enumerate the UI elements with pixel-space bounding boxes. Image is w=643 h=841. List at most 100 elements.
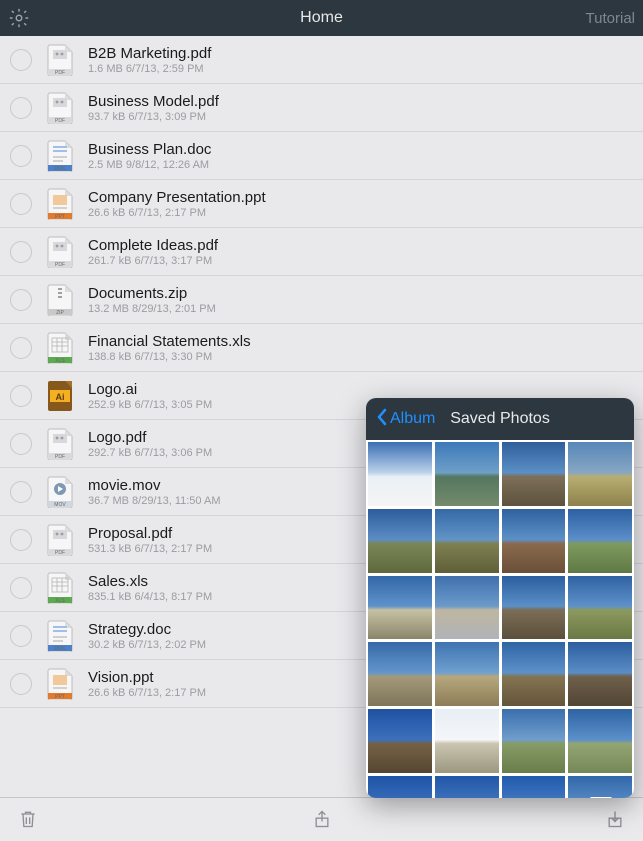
photo-thumb[interactable] (435, 709, 499, 773)
bottom-toolbar (0, 797, 643, 841)
photo-thumb[interactable] (368, 776, 432, 798)
share-icon[interactable] (312, 809, 332, 831)
file-info: B2B Marketing.pdf 1.6 MB 6/7/13, 2:59 PM (88, 45, 211, 75)
chevron-left-icon (376, 408, 388, 431)
file-type-icon: PPT (46, 187, 74, 221)
file-row[interactable]: PDF B2B Marketing.pdf 1.6 MB 6/7/13, 2:5… (0, 36, 643, 84)
select-radio[interactable] (10, 577, 32, 599)
select-radio[interactable] (10, 49, 32, 71)
file-meta: 2.5 MB 9/8/12, 12:26 AM (88, 159, 211, 171)
photo-thumb[interactable] (502, 442, 566, 506)
photo-thumb[interactable] (368, 442, 432, 506)
file-meta: 93.7 kB 6/7/13, 3:09 PM (88, 111, 219, 123)
page-title: Home (0, 9, 643, 27)
file-meta: 292.7 kB 6/7/13, 3:06 PM (88, 447, 212, 459)
file-type-icon: ZIP (46, 283, 74, 317)
photo-thumb[interactable] (435, 776, 499, 798)
file-meta: 13.2 MB 8/29/13, 2:01 PM (88, 303, 216, 315)
svg-text:PDF: PDF (55, 262, 65, 268)
photo-thumb[interactable] (568, 642, 632, 706)
svg-text:PDF: PDF (55, 550, 65, 556)
file-name: B2B Marketing.pdf (88, 45, 211, 62)
file-name: Sales.xls (88, 573, 212, 590)
select-radio[interactable] (10, 97, 32, 119)
photo-thumb[interactable] (502, 509, 566, 573)
file-row[interactable]: PPT Company Presentation.ppt 26.6 kB 6/7… (0, 180, 643, 228)
photo-thumb[interactable] (502, 642, 566, 706)
svg-text:PPT: PPT (55, 694, 65, 700)
photo-thumb[interactable] (368, 642, 432, 706)
svg-text:PDF: PDF (55, 454, 65, 460)
back-button[interactable]: Album (376, 408, 435, 431)
select-radio[interactable] (10, 433, 32, 455)
file-name: Business Plan.doc (88, 141, 211, 158)
svg-text:ZIP: ZIP (56, 310, 64, 316)
svg-text:DOC: DOC (54, 646, 66, 652)
trash-icon[interactable] (18, 809, 38, 831)
photo-thumb[interactable] (368, 509, 432, 573)
photo-thumb[interactable] (568, 776, 632, 798)
file-info: Strategy.doc 30.2 kB 6/7/13, 2:02 PM (88, 621, 206, 651)
photo-thumb[interactable] (435, 576, 499, 640)
file-meta: 252.9 kB 6/7/13, 3:05 PM (88, 399, 212, 411)
photo-thumb[interactable] (502, 709, 566, 773)
svg-text:Ai: Ai (56, 392, 65, 402)
photo-thumb[interactable] (502, 776, 566, 798)
svg-text:DOC: DOC (54, 166, 66, 172)
photo-thumb[interactable] (435, 442, 499, 506)
file-type-icon: PDF (46, 235, 74, 269)
photo-thumb[interactable] (568, 709, 632, 773)
photo-thumb[interactable] (568, 442, 632, 506)
select-radio[interactable] (10, 385, 32, 407)
file-meta: 26.6 kB 6/7/13, 2:17 PM (88, 687, 206, 699)
photo-picker-popover: Album Saved Photos (366, 398, 634, 798)
file-info: Documents.zip 13.2 MB 8/29/13, 2:01 PM (88, 285, 216, 315)
select-radio[interactable] (10, 145, 32, 167)
select-radio[interactable] (10, 673, 32, 695)
select-radio[interactable] (10, 289, 32, 311)
file-meta: 138.8 kB 6/7/13, 3:30 PM (88, 351, 251, 363)
select-radio[interactable] (10, 193, 32, 215)
select-radio[interactable] (10, 481, 32, 503)
file-row[interactable]: ZIP Documents.zip 13.2 MB 8/29/13, 2:01 … (0, 276, 643, 324)
photo-thumb[interactable] (368, 709, 432, 773)
download-icon[interactable] (605, 809, 625, 831)
svg-text:XLS: XLS (55, 598, 65, 604)
file-info: Business Plan.doc 2.5 MB 9/8/12, 12:26 A… (88, 141, 211, 171)
file-name: Business Model.pdf (88, 93, 219, 110)
file-type-icon: Ai (46, 379, 74, 413)
svg-text:PPT: PPT (55, 214, 65, 220)
select-radio[interactable] (10, 241, 32, 263)
file-type-icon: DOC (46, 619, 74, 653)
photo-thumb[interactable] (435, 642, 499, 706)
photo-thumb[interactable] (568, 576, 632, 640)
select-radio[interactable] (10, 625, 32, 647)
svg-text:PDF: PDF (55, 118, 65, 124)
file-name: Complete Ideas.pdf (88, 237, 218, 254)
tutorial-link[interactable]: Tutorial (586, 10, 635, 27)
photo-thumb[interactable] (435, 509, 499, 573)
file-type-icon: PDF (46, 91, 74, 125)
file-meta: 30.2 kB 6/7/13, 2:02 PM (88, 639, 206, 651)
file-name: Vision.ppt (88, 669, 206, 686)
file-name: movie.mov (88, 477, 221, 494)
file-row[interactable]: PDF Business Model.pdf 93.7 kB 6/7/13, 3… (0, 84, 643, 132)
select-radio[interactable] (10, 529, 32, 551)
photo-thumb[interactable] (502, 576, 566, 640)
file-meta: 1.6 MB 6/7/13, 2:59 PM (88, 63, 211, 75)
file-type-icon: DOC (46, 139, 74, 173)
file-info: Proposal.pdf 531.3 kB 6/7/13, 2:17 PM (88, 525, 212, 555)
file-meta: 835.1 kB 6/4/13, 8:17 PM (88, 591, 212, 603)
gear-icon[interactable] (8, 7, 30, 29)
photo-thumb[interactable] (568, 509, 632, 573)
file-row[interactable]: DOC Business Plan.doc 2.5 MB 9/8/12, 12:… (0, 132, 643, 180)
popover-tail (590, 797, 612, 798)
photo-thumb[interactable] (368, 576, 432, 640)
file-type-icon: PDF (46, 43, 74, 77)
file-type-icon: PPT (46, 667, 74, 701)
file-row[interactable]: PDF Complete Ideas.pdf 261.7 kB 6/7/13, … (0, 228, 643, 276)
file-row[interactable]: XLS Financial Statements.xls 138.8 kB 6/… (0, 324, 643, 372)
file-name: Logo.pdf (88, 429, 212, 446)
file-info: Company Presentation.ppt 26.6 kB 6/7/13,… (88, 189, 266, 219)
select-radio[interactable] (10, 337, 32, 359)
